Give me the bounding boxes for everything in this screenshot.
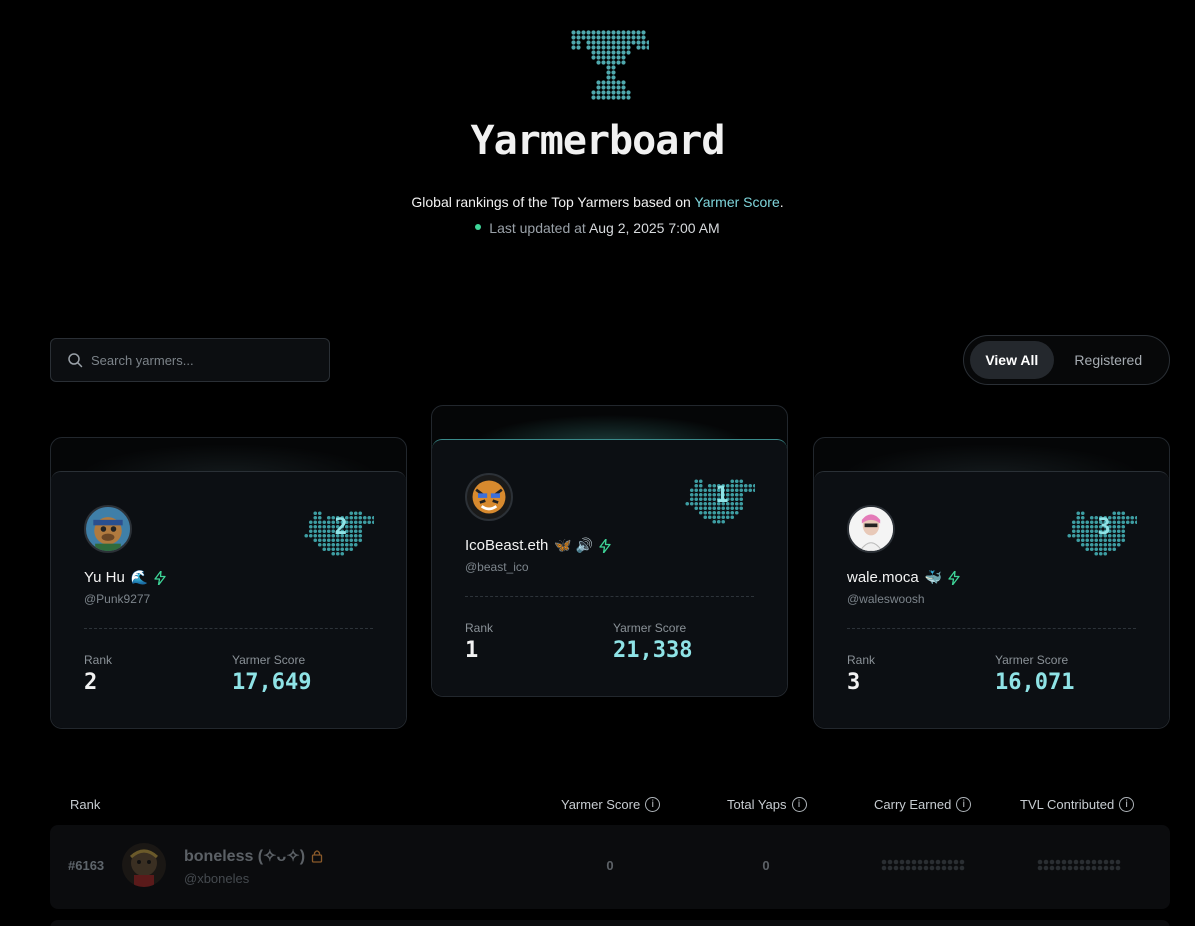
row-handle: @xboneles — [184, 871, 250, 886]
divider — [465, 596, 754, 597]
status-dot — [475, 224, 482, 231]
score-label: Yarmer Score — [613, 621, 687, 635]
rank-value: 3 — [847, 670, 861, 695]
avatar — [84, 505, 132, 553]
header-rank: Rank — [70, 797, 101, 812]
score-value: 21,338 — [613, 638, 693, 663]
table-row[interactable] — [50, 920, 1170, 926]
table-row[interactable]: #6163 boneless (✧ᴗ✧) @xboneles 0 0 — [50, 825, 1170, 909]
filter-toggle: View All Registered — [963, 335, 1170, 385]
lightning-icon — [154, 570, 166, 585]
avatar — [465, 473, 513, 521]
bird-icon: 1 — [685, 479, 755, 524]
rank-label: Rank — [84, 653, 113, 667]
user-handle: @waleswoosh — [847, 592, 925, 606]
divider — [84, 628, 373, 629]
header-yaps: Total Yaps i — [727, 797, 807, 812]
divider — [847, 628, 1136, 629]
user-name: wale.moca 🐳 — [847, 569, 960, 586]
yarmer-score-link[interactable]: Yarmer Score — [694, 194, 779, 210]
svg-text:3: 3 — [1097, 515, 1110, 540]
row-name: boneless (✧ᴗ✧) — [184, 846, 323, 866]
svg-text:2: 2 — [334, 515, 347, 540]
user-handle: @beast_ico — [465, 560, 529, 574]
lightning-icon — [948, 570, 960, 585]
score-value: 17,649 — [232, 670, 312, 695]
user-name: Yu Hu 🌊 — [84, 569, 166, 586]
header-carry: Carry Earned i — [874, 797, 972, 812]
info-icon[interactable]: i — [956, 797, 972, 812]
tvl-placeholder — [1037, 859, 1121, 871]
header-score: Yarmer Score i — [561, 797, 661, 812]
score-value: 16,071 — [995, 670, 1075, 695]
row-score: 0 — [606, 858, 614, 873]
user-handle: @Punk9277 — [84, 592, 151, 606]
score-label: Yarmer Score — [232, 653, 306, 667]
rank-value: 1 — [465, 638, 479, 663]
svg-text:1: 1 — [715, 483, 728, 508]
podium-card-3[interactable]: 3 wale.moca 🐳 @waleswoosh Rank Yarmer Sc… — [813, 437, 1170, 729]
registered-button[interactable]: Registered — [1054, 341, 1163, 379]
rank-label: Rank — [465, 621, 494, 635]
carry-placeholder — [881, 859, 965, 871]
info-icon[interactable]: i — [645, 797, 661, 812]
bird-icon: 3 — [1067, 511, 1137, 556]
avatar — [847, 505, 895, 553]
podium-card-2[interactable]: 2 Yu Hu 🌊 @Punk9277 Rank Yarmer Score 2 … — [50, 437, 407, 729]
search-box[interactable] — [50, 338, 330, 382]
row-rank: #6163 — [68, 858, 105, 873]
user-name: IcoBeast.eth 🦋 🔊 — [465, 537, 611, 554]
page-subtitle: Global rankings of the Top Yarmers based… — [411, 194, 784, 210]
info-icon[interactable]: i — [1119, 797, 1135, 812]
search-icon — [68, 353, 83, 368]
search-input[interactable] — [91, 352, 311, 368]
bird-icon: 2 — [304, 511, 374, 556]
row-yaps: 0 — [762, 858, 770, 873]
last-updated: Last updated at Aug 2, 2025 7:00 AM — [0, 220, 1195, 236]
rank-label: Rank — [847, 653, 876, 667]
info-icon[interactable]: i — [791, 797, 807, 812]
view-all-button[interactable]: View All — [970, 341, 1054, 379]
score-label: Yarmer Score — [995, 653, 1069, 667]
lock-icon — [311, 850, 323, 863]
page-title: Yarmerboard — [470, 118, 726, 164]
rank-value: 2 — [84, 670, 98, 695]
trophy-icon — [571, 30, 649, 100]
podium-card-1[interactable]: 1 IcoBeast.eth 🦋 🔊 @beast_ico Rank Yarme… — [431, 405, 788, 697]
header-tvl: TVL Contributed i — [1020, 797, 1135, 812]
lightning-icon — [599, 538, 611, 553]
avatar — [122, 843, 166, 887]
